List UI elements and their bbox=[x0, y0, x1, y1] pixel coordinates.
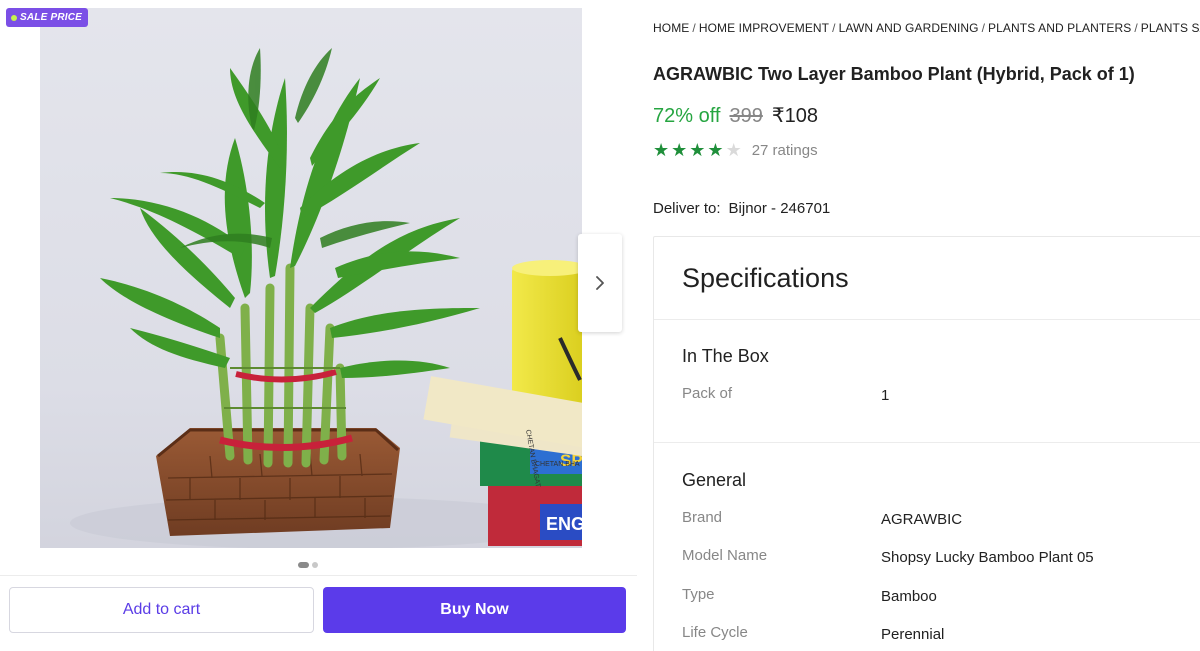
divider bbox=[654, 442, 1200, 443]
original-price: 399 bbox=[729, 105, 763, 127]
specifications-heading: Specifications bbox=[682, 263, 849, 293]
breadcrumb: HOME / HOME IMPROVEMENT / LAWN AND GARDENING… bbox=[653, 21, 1200, 35]
delivery-label: Deliver to: bbox=[653, 200, 721, 217]
svg-text:CHETAN BHA: CHETAN BHA bbox=[535, 461, 580, 468]
next-image-button[interactable] bbox=[578, 234, 622, 332]
spec-value: Perennial bbox=[881, 626, 945, 643]
spec-value: Bamboo bbox=[881, 588, 937, 605]
breadcrumb-item[interactable]: LAWN AND GARDENING bbox=[839, 21, 979, 35]
carousel-dot[interactable] bbox=[312, 562, 318, 568]
spec-value: Shopsy Lucky Bamboo Plant 05 bbox=[881, 549, 1094, 566]
product-gallery: SALE PRICE ENG SP CHETAN BHA CHETAN BHAG… bbox=[0, 0, 640, 651]
svg-text:ENG: ENG bbox=[546, 514, 582, 534]
carousel-dot[interactable] bbox=[298, 562, 309, 568]
delivery-pincode: Bijnor - 246701 bbox=[728, 200, 831, 217]
rating-row[interactable]: ★ ★ ★ ★ ★ 27 ratings bbox=[653, 140, 818, 160]
spec-key: Model Name bbox=[682, 547, 768, 564]
action-bar: Add to cart Buy Now bbox=[0, 575, 637, 651]
breadcrumb-item[interactable]: PLANTS SAPLINGS bbox=[1141, 21, 1200, 35]
divider bbox=[654, 319, 1200, 320]
sale-price-badge: SALE PRICE bbox=[6, 8, 89, 27]
spec-value: AGRAWBIC bbox=[881, 511, 963, 528]
star-icon: ★ bbox=[725, 140, 742, 160]
star-rating: ★ ★ ★ ★ ★ bbox=[653, 140, 742, 160]
spec-group-title: In The Box bbox=[682, 346, 769, 366]
badge-dot-icon bbox=[11, 14, 17, 21]
buy-now-button[interactable]: Buy Now bbox=[323, 587, 626, 633]
star-icon: ★ bbox=[707, 140, 724, 160]
breadcrumb-item[interactable]: HOME bbox=[653, 21, 689, 35]
ratings-count[interactable]: 27 ratings bbox=[752, 142, 818, 159]
add-to-cart-button[interactable]: Add to cart bbox=[9, 587, 314, 633]
star-icon: ★ bbox=[689, 140, 706, 160]
star-icon: ★ bbox=[671, 140, 688, 160]
discount-label: 72% off bbox=[653, 105, 721, 127]
spec-key: Brand bbox=[682, 509, 723, 526]
spec-value: 1 bbox=[881, 387, 890, 404]
delivery-location[interactable]: Deliver to: Bijnor - 246701 bbox=[653, 200, 830, 217]
spec-group-title: General bbox=[682, 470, 747, 490]
specifications-card: Specifications In The Box Pack of 1 Gene… bbox=[653, 236, 1200, 651]
spec-key: Type bbox=[682, 586, 715, 603]
product-details: HOME / HOME IMPROVEMENT / LAWN AND GARDENING… bbox=[653, 0, 1200, 651]
star-icon: ★ bbox=[653, 140, 670, 160]
product-title: AGRAWBIC Two Layer Bamboo Plant (Hybrid,… bbox=[653, 64, 1135, 84]
chevron-right-icon bbox=[596, 276, 604, 290]
selling-price: ₹108 bbox=[771, 105, 818, 127]
spec-key: Pack of bbox=[682, 385, 733, 402]
bamboo-plant-illustration: ENG SP CHETAN BHA CHETAN BHAGAT bbox=[40, 8, 582, 548]
carousel-dots bbox=[298, 562, 318, 568]
breadcrumb-item[interactable]: PLANTS AND PLANTERS bbox=[988, 21, 1131, 35]
sale-badge-label: SALE PRICE bbox=[20, 12, 83, 23]
product-image[interactable]: ENG SP CHETAN BHA CHETAN BHAGAT bbox=[40, 8, 582, 548]
breadcrumb-item[interactable]: HOME IMPROVEMENT bbox=[699, 21, 829, 35]
spec-key: Life Cycle bbox=[682, 624, 748, 641]
price-row: 72% off 399 ₹108 bbox=[653, 103, 818, 128]
